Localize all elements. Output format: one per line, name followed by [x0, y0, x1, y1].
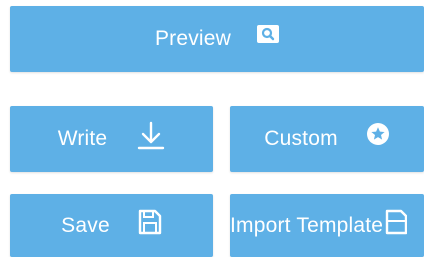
- custom-button[interactable]: Custom: [230, 106, 424, 172]
- import-template-button-label: Import Template: [230, 213, 384, 237]
- preview-button[interactable]: Preview: [10, 6, 424, 72]
- write-button-label: Write: [57, 127, 108, 150]
- save-icon: [138, 209, 162, 235]
- custom-button-label: Custom: [264, 127, 338, 150]
- preview-button-label: Preview: [154, 27, 232, 50]
- import-template-button[interactable]: Import Template: [230, 194, 424, 257]
- write-button[interactable]: Write: [10, 106, 213, 172]
- star-circle-icon: [366, 122, 390, 146]
- document-icon: [385, 209, 408, 235]
- save-button[interactable]: Save: [10, 194, 213, 257]
- save-button-label: Save: [61, 213, 110, 237]
- download-arrow-icon: [137, 121, 165, 151]
- search-icon: [257, 25, 280, 43]
